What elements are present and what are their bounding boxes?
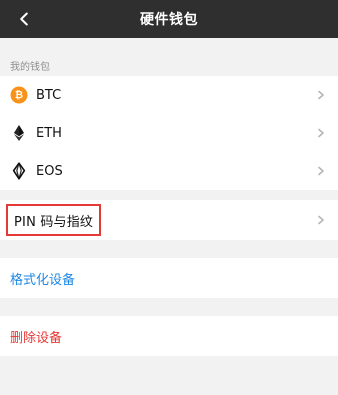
- delete-device-label: 删除设备: [10, 330, 63, 346]
- eos-icon: [10, 162, 28, 180]
- format-device-label: 格式化设备: [10, 272, 76, 288]
- wallet-label: EOS: [36, 163, 63, 179]
- wallet-row-eos[interactable]: EOS: [0, 152, 338, 190]
- pin-fingerprint-highlight: PIN 码与指纹: [6, 204, 102, 236]
- wallet-label: ETH: [36, 125, 62, 141]
- pin-fingerprint-row[interactable]: PIN 码与指纹: [0, 200, 338, 240]
- chevron-left-icon: [20, 12, 28, 26]
- format-device-row[interactable]: 格式化设备: [0, 258, 338, 298]
- svg-text:₿: ₿: [15, 89, 23, 101]
- chevron-right-icon: [318, 215, 324, 225]
- back-button[interactable]: [10, 0, 38, 38]
- chevron-right-icon: [318, 90, 324, 100]
- wallet-label: BTC: [36, 87, 62, 103]
- section-title-my-wallets: 我的钱包: [10, 62, 50, 73]
- chevron-right-icon: [318, 166, 324, 176]
- chevron-right-icon: [318, 128, 324, 138]
- wallet-row-eth[interactable]: ETH: [0, 114, 338, 152]
- bitcoin-icon: ₿: [10, 86, 28, 104]
- top-app-bar: 硬件钱包: [0, 0, 338, 38]
- wallet-list: ₿ BTC ETH EOS: [0, 76, 338, 190]
- ethereum-icon: [10, 124, 28, 142]
- pin-fingerprint-label: PIN 码与指纹: [14, 214, 94, 230]
- delete-device-row[interactable]: 删除设备: [0, 316, 338, 356]
- page-title: 硬件钱包: [140, 12, 198, 28]
- wallet-row-btc[interactable]: ₿ BTC: [0, 76, 338, 114]
